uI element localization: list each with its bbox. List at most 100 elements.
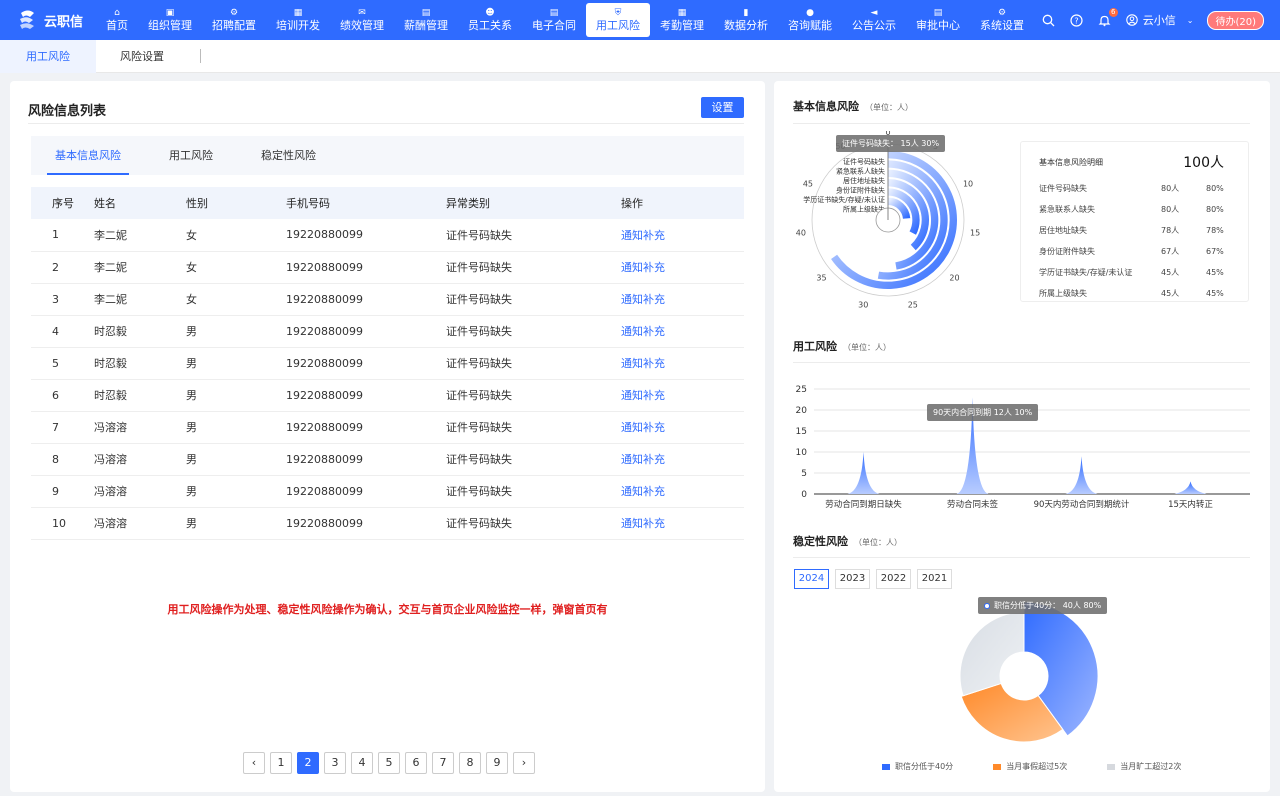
pie-tooltip: 职信分低于40分： 40人 80%	[978, 597, 1108, 614]
pie-slice[interactable]	[959, 611, 1025, 697]
user-menu[interactable]: 云小信 ⌄	[1126, 12, 1193, 28]
org-icon: ▣	[165, 8, 175, 18]
detail-pct: 45%	[1206, 289, 1224, 298]
gear-icon: ⚙	[997, 8, 1007, 18]
detail-name: 身份证附件缺失	[1039, 247, 1095, 256]
nav-item-contract[interactable]: ▤ 电子合同	[522, 3, 586, 37]
area-peak[interactable]	[1065, 456, 1098, 494]
prev-page-icon[interactable]: ‹	[243, 752, 265, 774]
nav-item-consult[interactable]: ● 咨询赋能	[778, 3, 842, 37]
year-button[interactable]: 2023	[835, 569, 870, 589]
notify-link[interactable]: 通知补充	[621, 315, 744, 347]
year-button[interactable]: 2024	[794, 569, 829, 589]
training-icon: ▦	[293, 8, 303, 18]
tab-employment-risk[interactable]: 用工风险	[169, 136, 213, 175]
row-index: 7	[52, 420, 59, 434]
nav-item-attendance[interactable]: ▦ 考勤管理	[650, 3, 714, 37]
row-index: 3	[52, 292, 59, 306]
nav-item-recruit[interactable]: ⚙ 招聘配置	[202, 3, 266, 37]
notify-link[interactable]: 通知补充	[621, 443, 744, 475]
page-button[interactable]: 4	[351, 752, 373, 774]
shield-icon: ⛨	[614, 8, 622, 18]
page-button[interactable]: 7	[432, 752, 454, 774]
table-row: 1 李二妮 女 19220880099 证件号码缺失 通知补充	[31, 219, 744, 251]
bell-icon[interactable]: 6	[1098, 8, 1118, 27]
settings-button[interactable]: 设置	[701, 97, 744, 118]
notify-link[interactable]: 通知补充	[621, 507, 744, 539]
page-button[interactable]: 5	[378, 752, 400, 774]
pie-legend-item[interactable]: 当月事假超过5次	[993, 761, 1067, 772]
subtab-risk-settings[interactable]: 风险设置	[96, 40, 188, 73]
notify-link[interactable]: 通知补充	[621, 475, 744, 507]
notify-link[interactable]: 通知补充	[621, 347, 744, 379]
subtab-employment-risk[interactable]: 用工风险	[0, 39, 96, 73]
notify-link[interactable]: 通知补充	[621, 219, 744, 251]
detail-count: 67人	[1161, 247, 1180, 256]
page-button[interactable]: 3	[324, 752, 346, 774]
nav-item-training[interactable]: ▦ 培训开发	[266, 3, 330, 37]
row-category: 证件号码缺失	[446, 325, 512, 338]
tab-stability-risk[interactable]: 稳定性风险	[261, 136, 316, 175]
help-icon[interactable]: ?	[1070, 13, 1084, 27]
area-peak[interactable]	[1174, 481, 1207, 494]
nav-item-salary[interactable]: ▤ 薪酬管理	[394, 3, 458, 37]
tab-basic-info-risk[interactable]: 基本信息风险	[47, 136, 129, 175]
row-name: 冯溶溶	[94, 517, 127, 530]
pie-legend-item[interactable]: 职信分低于40分	[882, 761, 953, 772]
employment-risk-title: 用工风险 （单位：人）	[793, 338, 891, 354]
page-button[interactable]: 1	[270, 752, 292, 774]
detail-pct: 45%	[1206, 268, 1224, 277]
design-note: 用工风险操作为处理、稳定性风险操作为确认，交互与首页企业风险监控一样，弹窗首页有	[167, 603, 608, 616]
nav-item-gear[interactable]: ⚙ 系统设置	[970, 3, 1034, 37]
page-button[interactable]: 6	[405, 752, 427, 774]
notify-link[interactable]: 通知补充	[621, 251, 744, 283]
row-category: 证件号码缺失	[446, 389, 512, 402]
page-button[interactable]: 8	[459, 752, 481, 774]
nav-item-org[interactable]: ▣ 组织管理	[138, 3, 202, 37]
col-header-category: 异常类别	[446, 197, 490, 210]
tooltip-dot-icon	[984, 602, 990, 609]
nav-item-shield[interactable]: ⛨ 用工风险	[586, 3, 650, 37]
search-icon[interactable]	[1042, 13, 1056, 27]
main-nav: ⌂ 首页 ▣ 组织管理 ⚙ 招聘配置 ▦ 培训开发 ✉ 绩效管理 ▤ 薪酬管理 ☻ 员工关系 ▤ 电子合同 ⛨ 用…	[96, 0, 1034, 40]
detail-box-rows: 证件号码缺失 80人 80% 紧急联系人缺失 80人 80% 居住地址缺失 78人 78% 身份证…	[1021, 178, 1248, 304]
detail-name: 紧急联系人缺失	[1039, 205, 1095, 214]
table-row: 10 冯溶溶 男 19220880099 证件号码缺失 通知补充	[31, 507, 744, 539]
table-row: 9 冯溶溶 男 19220880099 证件号码缺失 通知补充	[31, 475, 744, 507]
basic-risk-radial-chart: 05101520253035404550证件号码缺失紧急联系人缺失居住地址缺失身…	[796, 131, 980, 309]
row-gender: 女	[186, 293, 197, 306]
table-row: 5 时忍毅 男 19220880099 证件号码缺失 通知补充	[31, 347, 744, 379]
basic-risk-title-text: 基本信息风险	[793, 100, 859, 113]
app-logo[interactable]: 云职信	[0, 9, 92, 31]
detail-pct: 78%	[1206, 226, 1224, 235]
row-phone: 19220880099	[286, 260, 363, 274]
notify-link[interactable]: 通知补充	[621, 411, 744, 443]
notify-link[interactable]: 通知补充	[621, 283, 744, 315]
page-button[interactable]: 9	[486, 752, 508, 774]
year-button[interactable]: 2022	[876, 569, 911, 589]
todo-button[interactable]: 待办(20)	[1207, 10, 1264, 30]
year-button[interactable]: 2021	[917, 569, 952, 589]
detail-count: 78人	[1161, 226, 1180, 235]
radial-tooltip: 证件号码缺失： 15人 30%	[836, 135, 946, 152]
nav-item-approval[interactable]: ▤ 审批中心	[906, 3, 970, 37]
nav-item-relations[interactable]: ☻ 员工关系	[458, 3, 522, 37]
row-gender: 女	[186, 261, 197, 274]
notify-link[interactable]: 通知补充	[621, 379, 744, 411]
table-row: 2 李二妮 女 19220880099 证件号码缺失 通知补充	[31, 251, 744, 283]
stability-risk-pie-chart	[959, 601, 1099, 743]
row-phone: 19220880099	[286, 356, 363, 370]
y-tick-label: 10	[796, 448, 808, 458]
next-page-icon[interactable]: ›	[513, 752, 535, 774]
nav-item-analytics[interactable]: ▮ 数据分析	[714, 3, 778, 37]
row-name: 时忍毅	[94, 357, 127, 370]
nav-item-home[interactable]: ⌂ 首页	[96, 3, 138, 37]
pie-legend-item[interactable]: 当月旷工超过2次	[1107, 761, 1181, 772]
page-button[interactable]: 2	[297, 752, 319, 774]
basic-risk-unit: （单位：人）	[865, 103, 913, 112]
nav-item-announce[interactable]: ◄ 公告公示	[842, 3, 906, 37]
legend-label: 职信分低于40分	[895, 762, 954, 771]
employment-risk-title-text: 用工风险	[793, 340, 837, 353]
nav-item-performance[interactable]: ✉ 绩效管理	[330, 3, 394, 37]
row-phone: 19220880099	[286, 420, 363, 434]
